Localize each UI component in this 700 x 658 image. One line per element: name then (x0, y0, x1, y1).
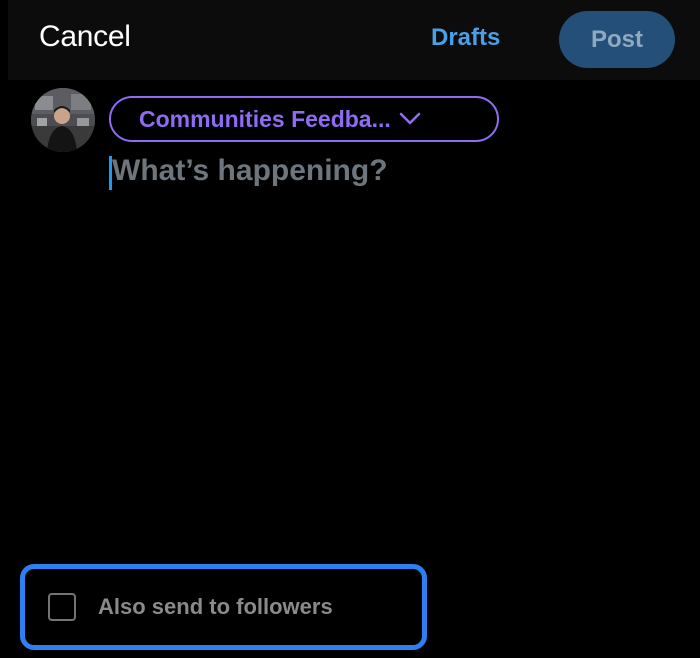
user-avatar[interactable] (31, 88, 95, 152)
compose-header: Cancel Drafts Post (8, 0, 700, 80)
drafts-button[interactable]: Drafts (431, 24, 500, 52)
also-send-label[interactable]: Also send to followers (98, 594, 333, 620)
cancel-button[interactable]: Cancel (39, 20, 131, 54)
post-text-input[interactable]: What’s happening? (109, 152, 669, 192)
chevron-down-icon (399, 112, 421, 125)
audience-label: Communities Feedba... (139, 105, 391, 132)
user-avatar-photo-icon (31, 88, 95, 152)
checkbox-unchecked-icon[interactable] (48, 593, 76, 621)
composer-placeholder: What’s happening? (112, 154, 388, 187)
audience-selector[interactable]: Communities Feedba... (109, 96, 499, 142)
compose-post-screen: Cancel Drafts Post Communities Feedba...… (0, 0, 700, 658)
post-button[interactable]: Post (559, 11, 675, 68)
also-send-to-followers-option: Also send to followers (20, 564, 427, 650)
